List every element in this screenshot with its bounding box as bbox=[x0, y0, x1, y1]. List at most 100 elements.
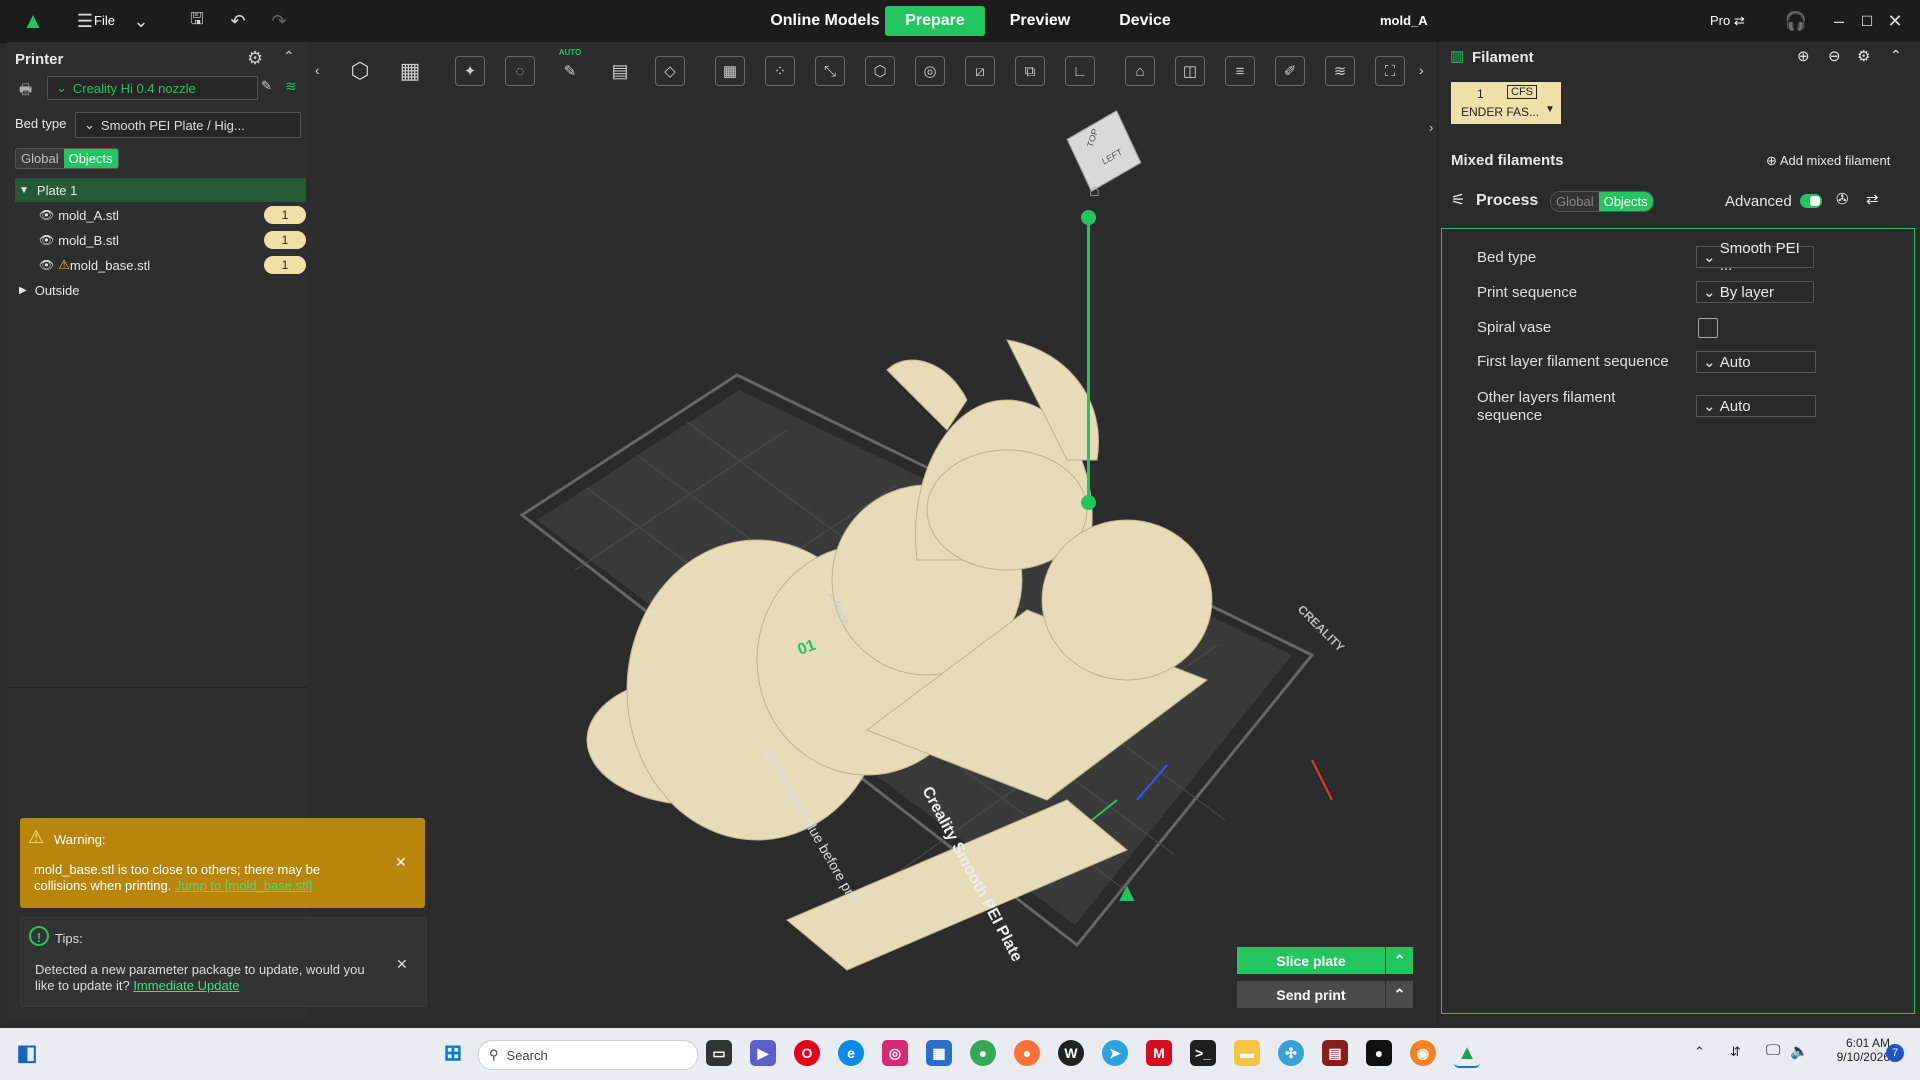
recorder-icon[interactable]: ● bbox=[1366, 1040, 1392, 1066]
advanced-toggle[interactable] bbox=[1800, 194, 1822, 208]
expand-right-icon[interactable]: › bbox=[1429, 120, 1433, 135]
add-mixed-filament-button[interactable]: ⊕ Add mixed filament bbox=[1766, 153, 1890, 169]
assistant-icon[interactable]: ▲ bbox=[1114, 877, 1140, 908]
archive-icon[interactable]: ▤ bbox=[1322, 1040, 1348, 1066]
close-icon[interactable]: ✕ bbox=[395, 854, 407, 871]
instagram-icon[interactable]: ◎ bbox=[882, 1040, 908, 1066]
redo-icon[interactable]: ↷ bbox=[266, 8, 292, 34]
assembly-icon[interactable]: ⛶ bbox=[1375, 56, 1405, 86]
eye-icon[interactable]: 👁 bbox=[39, 258, 54, 272]
object-count-badge[interactable]: 1 bbox=[264, 206, 306, 224]
add-cube-icon[interactable]: ⬡ bbox=[345, 56, 375, 86]
paint-icon[interactable]: ✐ bbox=[1275, 56, 1305, 86]
chevron-right-icon[interactable]: › bbox=[1419, 62, 1424, 78]
auto-orient-icon[interactable]: AUTO ✎ bbox=[555, 48, 585, 86]
immediate-update-link[interactable]: Immediate Update bbox=[133, 978, 239, 993]
support-icon[interactable]: ⌂ bbox=[1125, 56, 1155, 86]
clock[interactable]: 6:01 AM 9/10/2026 bbox=[1830, 1036, 1890, 1064]
tab-prepare[interactable]: Prepare bbox=[885, 6, 985, 36]
edge-icon[interactable]: e bbox=[838, 1040, 864, 1066]
object-row[interactable]: 👁 ⚠ mold_base.stl 1 bbox=[15, 253, 306, 277]
minimize-icon[interactable]: – bbox=[1826, 8, 1852, 34]
eye-icon[interactable]: 👁 bbox=[39, 208, 54, 222]
eye-icon[interactable]: 👁 bbox=[39, 233, 54, 247]
headset-icon[interactable]: 🎧 bbox=[1783, 8, 1809, 34]
teams-icon[interactable]: ▶ bbox=[750, 1040, 776, 1066]
hollow-icon[interactable]: ◎ bbox=[915, 56, 945, 86]
other-layers-sequence-select[interactable]: ⌄ Auto bbox=[1696, 395, 1816, 417]
collapse-icon[interactable]: ⌃ bbox=[1890, 47, 1902, 64]
network-app-icon[interactable]: ✣ bbox=[1278, 1040, 1304, 1066]
tab-preview[interactable]: Preview bbox=[1000, 0, 1080, 42]
filament-slot[interactable]: 1 CFS ENDER FAS... ▼ bbox=[1451, 82, 1561, 124]
box-icon[interactable]: ⬡ bbox=[865, 56, 895, 86]
home-icon[interactable]: ⌂ bbox=[1089, 180, 1100, 201]
layer-slider-track[interactable] bbox=[1087, 218, 1090, 503]
layer-slider-bottom-handle[interactable] bbox=[1081, 495, 1096, 510]
expand-triangle-icon[interactable]: ▶ bbox=[19, 285, 27, 296]
add-circle-icon[interactable]: ⊕ bbox=[1797, 47, 1810, 65]
telegram-icon[interactable]: ➤ bbox=[1102, 1040, 1128, 1066]
chevron-down-icon[interactable]: ⌄ bbox=[128, 8, 154, 34]
language-icon[interactable]: ⇵ bbox=[1730, 1044, 1741, 1060]
maximize-icon[interactable]: ☐ bbox=[1854, 8, 1880, 34]
object-count-badge[interactable]: 1 bbox=[264, 256, 306, 274]
cut-icon[interactable]: ⧄ bbox=[965, 56, 995, 86]
gear-icon[interactable]: ⚙ bbox=[247, 48, 263, 69]
chevron-left-icon[interactable]: ‹ bbox=[315, 62, 320, 78]
object-count-badge[interactable]: 1 bbox=[264, 231, 306, 249]
tab-online-models[interactable]: Online Models bbox=[770, 0, 880, 42]
grid-icon[interactable]: ▦ bbox=[715, 56, 745, 86]
save-icon[interactable]: 🖫 bbox=[184, 8, 210, 34]
orient-icon[interactable]: ✦ bbox=[455, 56, 485, 86]
taskbar-search[interactable]: ⚲ Search bbox=[478, 1040, 698, 1070]
outside-row[interactable]: ▶ Outside bbox=[15, 278, 306, 302]
first-layer-sequence-select[interactable]: ⌄ Auto bbox=[1696, 351, 1816, 373]
tune-icon[interactable]: ✇ bbox=[1836, 190, 1849, 208]
file-menu[interactable]: File bbox=[94, 13, 115, 28]
wordpress-icon[interactable]: W bbox=[1058, 1040, 1084, 1066]
scope-objects[interactable]: Objects bbox=[63, 149, 118, 168]
remove-circle-icon[interactable]: ⊖ bbox=[1828, 47, 1841, 65]
undo-icon[interactable]: ↶ bbox=[225, 8, 251, 34]
bed-type-select[interactable]: ⌄ Smooth PEI ... bbox=[1696, 240, 1814, 274]
rotate-icon[interactable]: ◌ bbox=[505, 56, 535, 86]
scope-global[interactable]: Global bbox=[16, 149, 64, 168]
object-row[interactable]: 👁 mold_A.stl 1 bbox=[15, 203, 306, 227]
close-icon[interactable]: ✕ bbox=[396, 956, 408, 973]
task-view-icon[interactable]: ▭ bbox=[706, 1040, 732, 1066]
send-print-button[interactable]: Send print bbox=[1237, 981, 1385, 1008]
opera-icon[interactable]: O bbox=[794, 1040, 820, 1066]
slice-options-button[interactable]: ⌃ bbox=[1386, 947, 1413, 974]
slice-plate-button[interactable]: Slice plate bbox=[1237, 947, 1385, 974]
process-scope-objects[interactable]: Objects bbox=[1598, 192, 1653, 211]
add-plate-icon[interactable]: ▦ bbox=[395, 56, 425, 86]
volume-icon[interactable]: 🔈 bbox=[1790, 1042, 1809, 1060]
seam-icon[interactable]: ◫ bbox=[1175, 56, 1205, 86]
erase-icon[interactable]: ◇ bbox=[655, 56, 685, 86]
app-icon[interactable]: M bbox=[1146, 1040, 1172, 1066]
print-sequence-select[interactable]: ⌄ By layer bbox=[1696, 281, 1814, 303]
show-hidden-icons[interactable]: ⌃ bbox=[1694, 1044, 1705, 1060]
boolean-icon[interactable]: ⧉ bbox=[1015, 56, 1045, 86]
send-options-button[interactable]: ⌃ bbox=[1386, 981, 1413, 1008]
windows-start-icon[interactable]: ⊞ bbox=[440, 1040, 466, 1066]
arrange-icon[interactable]: ▤ bbox=[605, 56, 635, 86]
object-row[interactable]: 👁 mold_B.stl 1 bbox=[15, 228, 306, 252]
notification-badge[interactable]: 7 bbox=[1886, 1044, 1904, 1062]
collapse-icon[interactable]: ⌃ bbox=[283, 48, 295, 65]
printer-select[interactable]: ⌄ Creality Hi 0.4 nozzle bbox=[47, 76, 258, 100]
compare-icon[interactable]: ⇄ bbox=[1866, 190, 1879, 208]
scale-icon[interactable]: ⤡ bbox=[815, 56, 845, 86]
3d-viewport[interactable]: please apply glue before print Creality … bbox=[307, 100, 1437, 1028]
edit-icon[interactable]: ✎ bbox=[261, 78, 272, 94]
chrome-icon[interactable]: ● bbox=[970, 1040, 996, 1066]
tab-device[interactable]: Device bbox=[1110, 0, 1180, 42]
gear-icon[interactable]: ⚙ bbox=[1857, 47, 1870, 65]
measure-icon[interactable]: ∟ bbox=[1065, 56, 1095, 86]
dropdown-icon[interactable]: ▼ bbox=[1545, 104, 1555, 115]
creality-print-icon[interactable]: ▲ bbox=[1454, 1040, 1480, 1068]
expand-triangle-icon[interactable]: ▼ bbox=[19, 185, 29, 196]
firefox-icon[interactable]: ● bbox=[1014, 1040, 1040, 1066]
store-icon[interactable]: ▦ bbox=[926, 1040, 952, 1066]
